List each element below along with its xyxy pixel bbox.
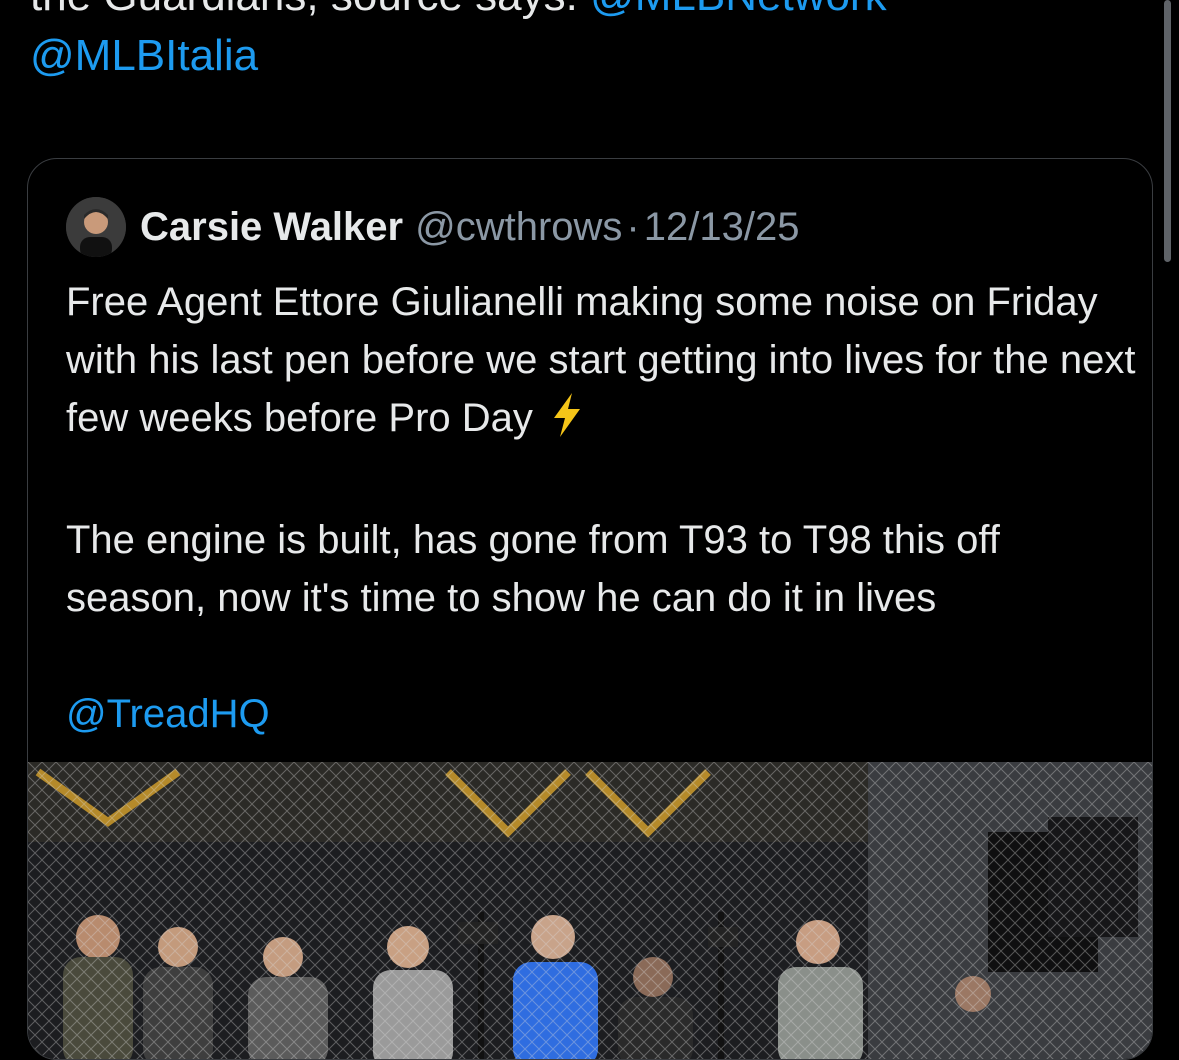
tweet-paragraph-1-text: Free Agent Ettore Giulianelli making som… [66,280,1136,440]
lightning-emoji-icon [550,393,584,453]
quoted-tweet-card[interactable]: Carsie Walker @cwthrows · 12/13/25 Free … [27,158,1153,1060]
separator-dot: · [626,204,640,249]
tweet-paragraph-2: The engine is built, has gone from T93 t… [66,518,1000,620]
mlbitalia-mention-link[interactable]: @MLBItalia [30,30,258,82]
treadhq-mention-link[interactable]: @TreadHQ [66,685,1136,743]
scrollbar[interactable] [1164,0,1171,262]
network-mention-link[interactable]: @MLBNetwork [590,0,887,20]
author-name[interactable]: Carsie Walker [140,205,403,250]
author-handle[interactable]: @cwthrows [415,205,622,250]
quoted-tweet-body: Free Agent Ettore Giulianelli making som… [66,273,1136,743]
tweet-date[interactable]: 12/13/25 [644,205,800,250]
author-avatar[interactable] [66,197,126,257]
parent-tweet-text-cut: the Guardians, source says. @MLBNetwork [30,0,887,22]
tweet-media-image[interactable] [28,762,1152,1059]
parent-tweet-text: the Guardians, source says. [30,0,578,20]
tweet-paragraph-1: Free Agent Ettore Giulianelli making som… [66,273,1136,453]
quoted-tweet-header: Carsie Walker @cwthrows · 12/13/25 [66,197,799,257]
